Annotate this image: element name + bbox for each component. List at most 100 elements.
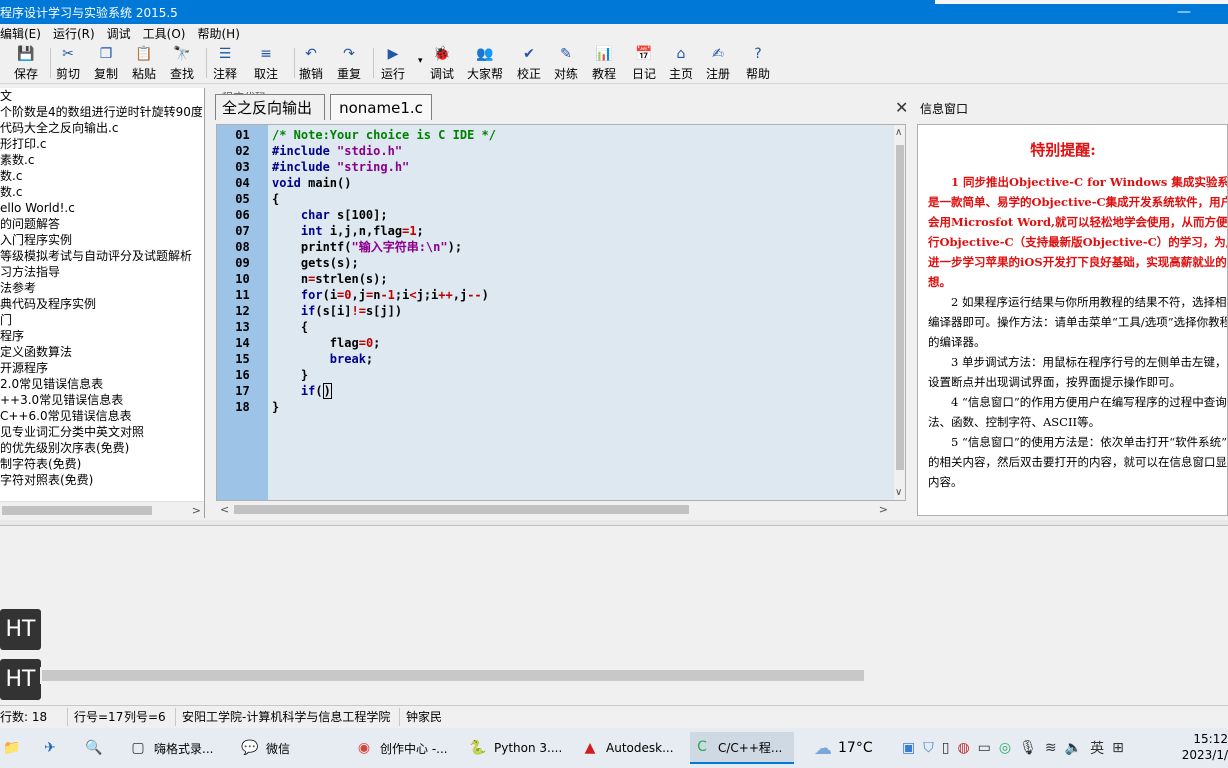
toolbar-uncomment-button[interactable]: ≡ 取注	[254, 44, 278, 82]
code-hscroll-thumb[interactable]	[234, 505, 689, 514]
taskbar-recorder[interactable]: ▢ 嗨格式录...	[126, 732, 230, 764]
tray-app-icon[interactable]: ▣	[902, 740, 915, 756]
taskbar-search[interactable]: 🔍	[82, 732, 114, 764]
taskbar-cide[interactable]: C C/C++程...	[690, 732, 794, 764]
weather-widget[interactable]: ☁ 17°C	[814, 728, 873, 768]
line-number[interactable]: 03	[217, 159, 268, 175]
line-number[interactable]: 10	[217, 271, 268, 287]
bottom-splitter[interactable]	[0, 520, 1228, 526]
line-number[interactable]: 09	[217, 255, 268, 271]
line-number-gutter[interactable]: 01 02 03 04 05 06 07 08 09 10 11 12 13 14 15 16 17 18	[217, 125, 268, 500]
line-number[interactable]: 12	[217, 303, 268, 319]
code-line[interactable]: }	[272, 367, 308, 383]
code-line[interactable]: {	[272, 191, 279, 207]
code-line[interactable]: flag=0;	[272, 335, 381, 351]
scroll-right-icon[interactable]: >	[192, 502, 201, 518]
tree-item[interactable]: 形打印.c	[0, 136, 204, 152]
toolbar-cut-button[interactable]: ✂ 剪切	[56, 44, 80, 82]
tree-horizontal-scrollbar[interactable]: >	[0, 501, 204, 518]
menu-item[interactable]: 调试	[101, 25, 137, 42]
tree-item[interactable]: 法参考	[0, 280, 204, 296]
menu-item[interactable]: 编辑(E)	[0, 25, 47, 42]
taskbar-python[interactable]: 🐍 Python 3....	[466, 732, 570, 764]
toolbar-save-button[interactable]: 💾 保存	[14, 44, 38, 82]
line-number[interactable]: 07	[217, 223, 268, 239]
scroll-left-icon[interactable]: <	[220, 501, 229, 518]
line-number[interactable]: 15	[217, 351, 268, 367]
toolbar-paste-button[interactable]: 📋 粘贴	[132, 44, 156, 82]
scroll-up-icon[interactable]: ∧	[895, 127, 902, 138]
code-line[interactable]: char s[100];	[272, 207, 388, 223]
overlay-button-1[interactable]: HT	[0, 609, 41, 650]
line-number[interactable]: 18	[217, 399, 268, 415]
code-line[interactable]: #include "stdio.h"	[272, 143, 402, 159]
tree-item[interactable]: 的问题解答	[0, 216, 204, 232]
code-line[interactable]: }	[272, 399, 279, 415]
toolbar-help-button[interactable]: ? 帮助	[746, 44, 770, 82]
code-line[interactable]: if()	[272, 383, 332, 399]
taskbar-folder[interactable]: 📁	[0, 732, 30, 764]
code-line[interactable]: int i,j,n,flag=1;	[272, 223, 424, 239]
code-line[interactable]: #include "string.h"	[272, 159, 409, 175]
taskbar-compass[interactable]: ✈	[38, 732, 70, 764]
toolbar-people-button[interactable]: 👥 大家帮	[467, 44, 503, 82]
scroll-down-icon[interactable]: ∨	[895, 487, 902, 498]
toolbar-diary-button[interactable]: 📅 日记	[632, 44, 656, 82]
overlay-button-2[interactable]: HT	[0, 659, 41, 700]
toolbar-check-button[interactable]: ✔ 校正	[517, 44, 541, 82]
tree-item[interactable]: ++3.0常见错误信息表	[0, 392, 204, 408]
output-scroll-thumb[interactable]	[42, 670, 864, 681]
ime-mode-icon[interactable]: ⊞	[1112, 740, 1124, 756]
tree-item[interactable]: 定义函数算法	[0, 344, 204, 360]
line-number[interactable]: 11	[217, 287, 268, 303]
tab-reverse-output[interactable]: 全之反向输出	[215, 94, 325, 120]
tray-game-icon[interactable]: ◍	[957, 740, 969, 756]
taskbar-autodesk[interactable]: ▲ Autodesk...	[578, 732, 682, 764]
system-clock[interactable]: 15:12 2023/1/	[1177, 731, 1228, 763]
toolbar-practice-button[interactable]: ✎ 对练	[554, 44, 578, 82]
line-number[interactable]: 16	[217, 367, 268, 383]
code-line[interactable]: for(i=0,j=n-1;i<j;i++,j--)	[272, 287, 489, 303]
code-editor[interactable]: 01 02 03 04 05 06 07 08 09 10 11 12 13 14 15 16 17 18 /* …	[216, 124, 906, 501]
video-icon[interactable]: ▭	[978, 740, 991, 756]
network-icon[interactable]: ≋	[1045, 740, 1057, 756]
tab-noname1[interactable]: noname1.c	[330, 94, 432, 120]
toolbar-home-button[interactable]: ⌂ 主页	[669, 44, 693, 82]
tree-item[interactable]: 典代码及程序实例	[0, 296, 204, 312]
toolbar-undo-button[interactable]: ↶ 撤销	[299, 44, 323, 82]
menu-item[interactable]: 帮助(H)	[191, 25, 245, 42]
tree-item[interactable]: 代码大全之反向输出.c	[0, 120, 204, 136]
code-line[interactable]: gets(s);	[272, 255, 359, 271]
taskbar-chrome[interactable]: ◉ 创作中心 -...	[352, 732, 456, 764]
tree-item[interactable]: 的优先级别次序表(免费)	[0, 440, 204, 456]
tree-item[interactable]: 习方法指导	[0, 264, 204, 280]
code-vscroll-thumb[interactable]	[896, 145, 904, 470]
tree-item[interactable]: 2.0常见错误信息表	[0, 376, 204, 392]
toolbar-debug-button[interactable]: 🐞 调试	[430, 44, 454, 82]
tree-item[interactable]: 入门程序实例	[0, 232, 204, 248]
line-number[interactable]: 05	[217, 191, 268, 207]
toolbar-comment-button[interactable]: ☰ 注释	[213, 44, 237, 82]
volume-icon[interactable]: 🔈	[1065, 740, 1082, 756]
toolbar-run-button[interactable]: ▶ 运行	[381, 44, 405, 82]
line-number[interactable]: 01	[217, 127, 268, 143]
run-dropdown-icon[interactable]: ▾	[418, 56, 423, 66]
close-tab-icon[interactable]: ✕	[895, 98, 908, 117]
code-line[interactable]: printf("输入字符串:\n");	[272, 239, 462, 255]
tree-item[interactable]: C++6.0常见错误信息表	[0, 408, 204, 424]
taskbar-wechat[interactable]: 💬 微信	[238, 732, 342, 764]
microphone-icon[interactable]: 🎙	[1019, 740, 1037, 756]
tree-item[interactable]: 数.c	[0, 168, 204, 184]
toolbar-register-button[interactable]: ✍ 注册	[706, 44, 730, 82]
toolbar-redo-button[interactable]: ↷ 重复	[337, 44, 361, 82]
tree-item[interactable]: 等级模拟考试与自动评分及试题解析	[0, 248, 204, 264]
tree-item[interactable]: 素数.c	[0, 152, 204, 168]
toolbar-copy-button[interactable]: ❐ 复制	[94, 44, 118, 82]
ime-indicator[interactable]: 英	[1090, 738, 1104, 758]
minimize-button[interactable]: —	[1166, 0, 1202, 24]
tree-scroll-thumb[interactable]	[2, 506, 152, 515]
shield-icon[interactable]: ⛉	[923, 740, 934, 756]
code-vertical-scrollbar[interactable]: ∧ ∨	[894, 125, 905, 500]
code-line[interactable]: /* Note:Your choice is C IDE */	[272, 127, 496, 143]
line-number[interactable]: 04	[217, 175, 268, 191]
